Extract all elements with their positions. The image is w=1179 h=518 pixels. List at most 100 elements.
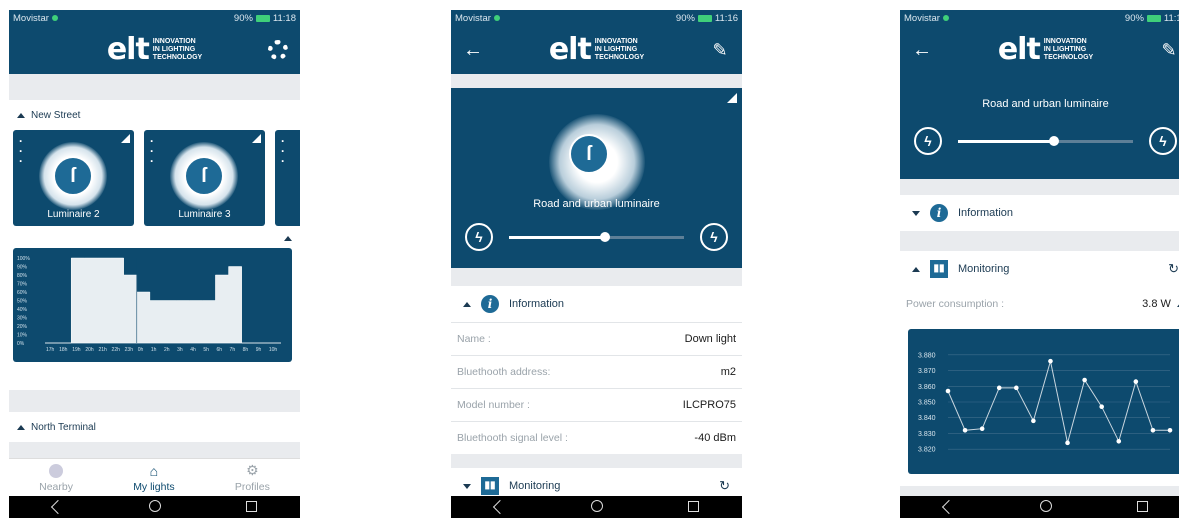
luminaire-card-partial[interactable]: · · · xyxy=(275,130,300,226)
recents-nav-icon[interactable] xyxy=(674,500,714,515)
x-tick-label: 22h xyxy=(112,347,121,353)
schedule-chart: 100% 90% 80% 70% 60% 50% 40% 30% 20% 10% 0% 17h 18h 1… xyxy=(13,248,292,362)
luminaire-card[interactable]: ſ · · · Luminaire 2 xyxy=(13,130,134,226)
information-header[interactable]: i Information xyxy=(451,286,742,322)
data-point xyxy=(1065,440,1070,446)
group-header-new-street[interactable]: New Street xyxy=(9,100,300,130)
more-options-icon[interactable]: · · · xyxy=(19,135,23,167)
y-tick-label: 3.840 xyxy=(918,415,936,422)
schedule-chart-svg: 100% 90% 80% 70% 60% 50% 40% 30% 20% 10% 0% 17h 18h 1… xyxy=(17,256,281,353)
screen-luminaire-info: Movistar 90% 11:16 ← elt INNOVATION IN LIG… xyxy=(451,10,742,518)
tab-label: My lights xyxy=(133,480,175,493)
power-value-wrap: 3.8 W xyxy=(1142,298,1179,310)
dimmer-slider[interactable] xyxy=(958,135,1133,146)
refresh-icon[interactable]: ↻ xyxy=(719,478,730,494)
more-options-icon[interactable]: · · · xyxy=(150,135,154,167)
x-tick-label: 5h xyxy=(203,347,209,353)
light-on-button[interactable]: ϟ xyxy=(700,223,728,251)
status-bar: Movistar 90% 11:16 xyxy=(900,10,1179,26)
group-header-north-terminal[interactable]: North Terminal xyxy=(9,412,300,442)
status-dot-icon xyxy=(51,15,58,21)
signal-corner-icon xyxy=(252,134,261,143)
bottom-tab-bar: Nearby ⌂ My lights ⚙ Profiles xyxy=(9,458,300,496)
back-nav-icon[interactable] xyxy=(929,499,969,515)
group-name: North Terminal xyxy=(31,421,96,433)
section-title: Information xyxy=(958,207,1014,219)
refresh-icon[interactable]: ↻ xyxy=(1168,261,1179,277)
data-point xyxy=(1014,385,1019,391)
information-header[interactable]: i Information xyxy=(900,195,1179,231)
system-nav-bar xyxy=(451,496,742,518)
bar-chart-icon: ▮▮ xyxy=(930,260,948,278)
home-nav-icon[interactable] xyxy=(577,499,617,515)
y-tick-label: 40% xyxy=(17,307,28,313)
x-tick-label: 21h xyxy=(98,347,107,353)
app-bar: ← elt INNOVATION IN LIGHTING TECHNOLOGY ✎ xyxy=(900,26,1179,74)
y-tick-label: 10% xyxy=(17,333,28,339)
data-point xyxy=(996,385,1002,391)
tab-nearby[interactable]: Nearby xyxy=(39,463,73,493)
elt-logo: elt INNOVATION IN LIGHTING TECHNOLOGY xyxy=(548,32,645,67)
power-consumption-row[interactable]: Power consumption : 3.8 W xyxy=(900,287,1179,321)
x-tick-label: 20h xyxy=(85,347,94,353)
data-point xyxy=(945,388,951,394)
back-arrow-icon[interactable]: ← xyxy=(461,38,485,62)
carrier: Movistar xyxy=(455,12,491,24)
collapse-icon xyxy=(17,112,25,118)
y-tick-label: 3.870 xyxy=(918,368,936,375)
x-tick-label: 1h xyxy=(151,347,157,353)
luminaire-hero: Road and urban luminaire ϟ ϟ xyxy=(900,74,1179,179)
light-off-button[interactable]: ϟ xyxy=(914,127,942,155)
y-tick-label: 70% xyxy=(17,282,28,288)
luminaire-card[interactable]: ſ · · · Luminaire 3 xyxy=(144,130,265,226)
y-tick-label: 30% xyxy=(17,316,28,322)
battery-level: 90% xyxy=(675,12,695,24)
x-tick-label: 3h xyxy=(177,347,183,353)
tab-my-lights[interactable]: ⌂ My lights xyxy=(133,463,174,493)
monitoring-header[interactable]: ▮▮ Monitoring ↻ xyxy=(900,251,1179,287)
y-tick-label: 50% xyxy=(17,299,28,305)
edit-pencil-icon[interactable]: ✎ xyxy=(708,38,732,62)
data-point xyxy=(962,427,968,433)
status-bar: Movistar 90% 11:16 xyxy=(451,10,742,26)
battery-icon xyxy=(697,14,712,22)
data-point xyxy=(1116,438,1122,444)
y-tick-label: 3.820 xyxy=(918,447,936,454)
streetlight-icon: ſ xyxy=(184,156,224,196)
x-tick-label: 18h xyxy=(59,347,68,353)
y-tick-label: 80% xyxy=(17,273,28,279)
power-label: Power consumption : xyxy=(906,298,1005,310)
power-value: 3.8 W xyxy=(1142,298,1171,310)
back-nav-icon[interactable] xyxy=(480,499,520,515)
settings-gear-icon[interactable] xyxy=(266,38,290,62)
info-icon: i xyxy=(930,204,948,222)
expand-icon xyxy=(463,483,471,489)
edit-pencil-icon[interactable]: ✎ xyxy=(1157,38,1179,62)
tab-profiles[interactable]: ⚙ Profiles xyxy=(234,462,270,493)
expand-icon xyxy=(912,210,920,216)
screen-my-lights: Movistar 90% 11:18 elt INNOVATION IN LIGHT… xyxy=(9,10,300,518)
x-tick-label: 9h xyxy=(256,347,262,353)
collapse-icon xyxy=(912,266,920,272)
signal-corner-icon xyxy=(121,134,130,143)
back-arrow-icon[interactable]: ← xyxy=(910,38,934,62)
recents-nav-icon[interactable] xyxy=(232,500,272,515)
clock: 11:18 xyxy=(272,12,296,24)
back-nav-icon[interactable] xyxy=(38,499,78,515)
home-nav-icon[interactable] xyxy=(1026,499,1066,515)
monitoring-chart-wrap: 3.880 3.870 3.860 3.850 3.840 3.830 3.820 xyxy=(900,321,1179,486)
home-icon: ⌂ xyxy=(149,462,159,479)
home-nav-icon[interactable] xyxy=(135,499,175,515)
light-off-button[interactable]: ϟ xyxy=(465,223,493,251)
light-on-button[interactable]: ϟ xyxy=(1149,127,1177,155)
more-options-icon[interactable]: · · · xyxy=(281,135,285,167)
info-row-name: Name : Down light xyxy=(451,322,742,355)
recents-nav-icon[interactable] xyxy=(1123,500,1163,515)
y-tick-label: 90% xyxy=(17,265,28,271)
tab-label: Profiles xyxy=(234,480,270,493)
x-tick-label: 8h xyxy=(243,347,249,353)
dimmer-slider[interactable] xyxy=(509,231,684,242)
collapse-icon[interactable] xyxy=(284,236,292,241)
person-icon xyxy=(48,463,64,479)
data-point xyxy=(1031,418,1036,424)
